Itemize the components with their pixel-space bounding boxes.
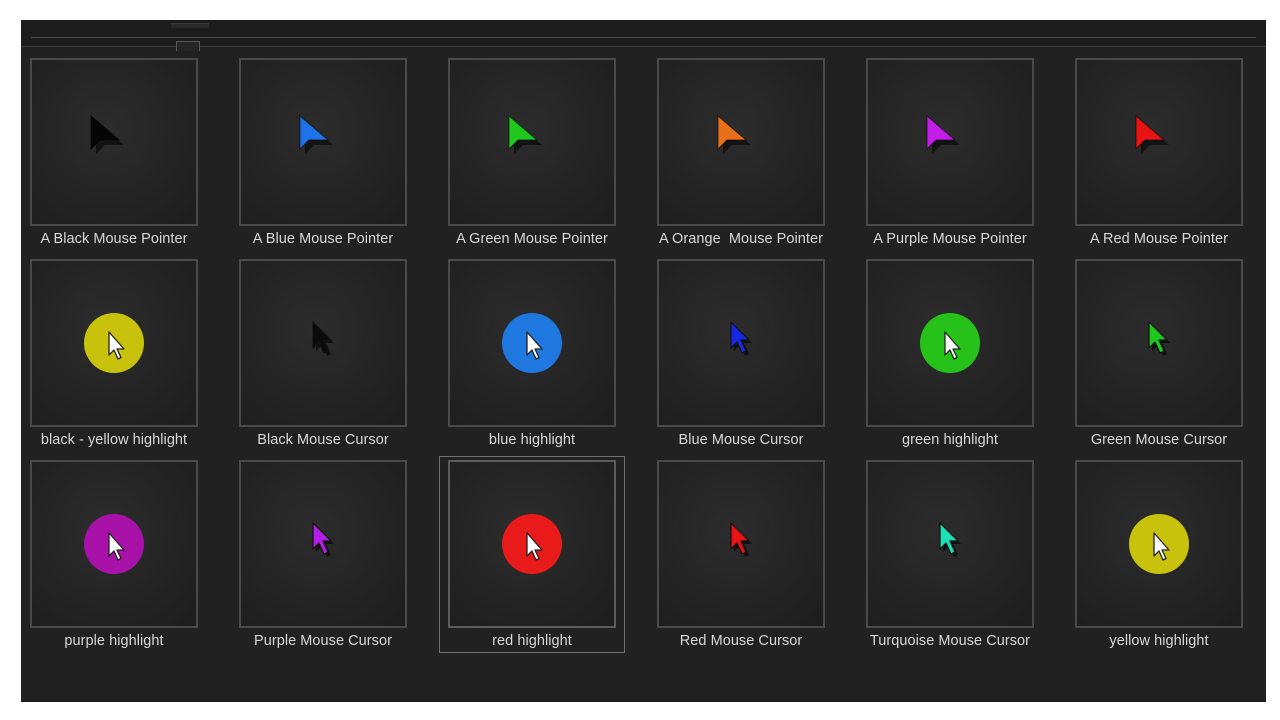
- cursor-tile[interactable]: Blue Mouse Cursor: [648, 258, 834, 455]
- cursor-tile[interactable]: A Green Mouse Pointer: [439, 57, 625, 254]
- yellow-highlight-cursor-icon: [84, 313, 148, 377]
- thumbnail-frame: [866, 58, 1034, 226]
- cursor-tile[interactable]: green highlight: [857, 258, 1043, 455]
- yellow-highlight-cursor-icon: [1129, 514, 1193, 578]
- purple-cursor-icon: [293, 511, 357, 575]
- thumbnail-frame: [448, 460, 616, 628]
- tile-label: Red Mouse Cursor: [679, 633, 803, 649]
- cursor-tile-selected[interactable]: red highlight: [439, 456, 625, 653]
- cursor-tile[interactable]: A Orange Mouse Pointer: [648, 57, 834, 254]
- cursor-tile[interactable]: yellow highlight: [1066, 459, 1252, 656]
- blue-cursor-icon: [711, 310, 775, 374]
- cursor-tile[interactable]: Purple Mouse Cursor: [230, 459, 416, 656]
- cursor-tile[interactable]: A Blue Mouse Pointer: [230, 57, 416, 254]
- tile-label: A Green Mouse Pointer: [456, 231, 608, 247]
- thumbnail-frame: [30, 259, 198, 427]
- tile-label: A Black Mouse Pointer: [40, 231, 188, 247]
- thumbnail-frame: [30, 58, 198, 226]
- tile-label: Purple Mouse Cursor: [254, 633, 392, 649]
- tile-label: Green Mouse Cursor: [1090, 432, 1228, 448]
- cursor-tile[interactable]: Red Mouse Cursor: [648, 459, 834, 656]
- red-pointer-icon: [1122, 105, 1186, 169]
- green-cursor-icon: [1129, 310, 1193, 374]
- thumbnail-frame: [866, 460, 1034, 628]
- orange-pointer-icon: [704, 105, 768, 169]
- red-cursor-icon: [711, 511, 775, 575]
- cursor-tile[interactable]: A Red Mouse Pointer: [1066, 57, 1252, 254]
- thumbnail-frame: [657, 460, 825, 628]
- horizontal-scrollbar-thumb[interactable]: [171, 23, 209, 28]
- scroll-handle[interactable]: [176, 41, 200, 51]
- tile-label: yellow highlight: [1109, 633, 1209, 649]
- black-cursor-icon: [293, 310, 357, 374]
- turquoise-cursor-icon: [920, 511, 984, 575]
- cursor-tile[interactable]: Turquoise Mouse Cursor: [857, 459, 1043, 656]
- tile-label: red highlight: [492, 633, 572, 649]
- tile-label: purple highlight: [64, 633, 164, 649]
- green-highlight-cursor-icon: [920, 313, 984, 377]
- thumbnail-frame: [239, 58, 407, 226]
- thumbnail-frame: [30, 460, 198, 628]
- thumbnail-frame: [448, 259, 616, 427]
- cursor-tile[interactable]: Green Mouse Cursor: [1066, 258, 1252, 455]
- purple-highlight-cursor-icon: [84, 514, 148, 578]
- thumbnail-frame: [866, 259, 1034, 427]
- tile-label: A Purple Mouse Pointer: [873, 231, 1027, 247]
- tile-label: black - yellow highlight: [40, 432, 188, 448]
- thumbnail-frame: [657, 58, 825, 226]
- purple-pointer-icon: [913, 105, 977, 169]
- thumbnail-frame: [448, 58, 616, 226]
- red-highlight-cursor-icon: [502, 514, 566, 578]
- tile-label: Turquoise Mouse Cursor: [869, 633, 1031, 649]
- blue-highlight-cursor-icon: [502, 313, 566, 377]
- cursor-tile[interactable]: A Black Mouse Pointer: [21, 57, 207, 254]
- top-toolbar: [21, 20, 1266, 51]
- thumbnail-frame: [1075, 460, 1243, 628]
- blue-pointer-icon: [286, 105, 350, 169]
- thumbnail-frame: [657, 259, 825, 427]
- tile-label: A Orange Mouse Pointer: [659, 231, 823, 247]
- green-pointer-icon: [495, 105, 559, 169]
- tile-label: A Red Mouse Pointer: [1090, 231, 1228, 247]
- tile-label: green highlight: [902, 432, 998, 448]
- tile-label: Blue Mouse Cursor: [678, 432, 804, 448]
- toolbar-divider: [31, 37, 1256, 38]
- cursor-tile[interactable]: purple highlight: [21, 459, 207, 656]
- file-browser-window: A Black Mouse Pointer A Blue Mouse Point…: [21, 20, 1266, 702]
- tile-label: blue highlight: [488, 432, 576, 448]
- cursor-tile[interactable]: Black Mouse Cursor: [230, 258, 416, 455]
- tile-label: Black Mouse Cursor: [257, 432, 389, 448]
- thumbnail-frame: [1075, 259, 1243, 427]
- tile-label: A Blue Mouse Pointer: [252, 231, 394, 247]
- thumbnail-frame: [239, 460, 407, 628]
- black-pointer-icon: [77, 105, 141, 169]
- thumbnail-frame: [239, 259, 407, 427]
- thumbnail-frame: [1075, 58, 1243, 226]
- cursor-tile[interactable]: blue highlight: [439, 258, 625, 455]
- cursor-tile[interactable]: black - yellow highlight: [21, 258, 207, 455]
- cursor-tile[interactable]: A Purple Mouse Pointer: [857, 57, 1043, 254]
